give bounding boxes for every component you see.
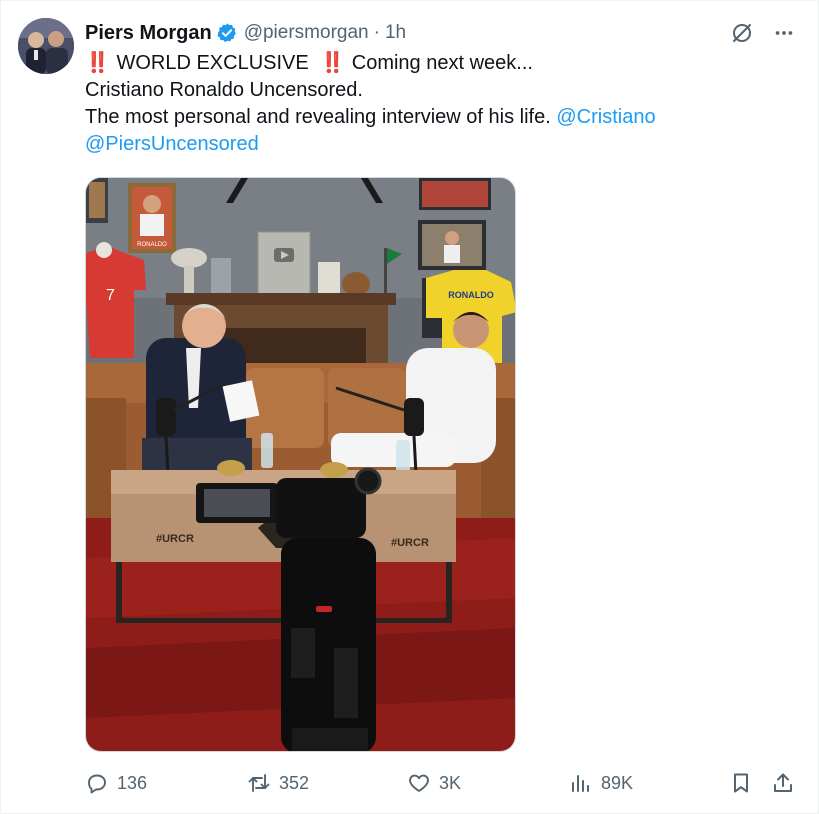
tweet-action-bar: 136 352 3K 89K xyxy=(85,768,797,798)
like-button[interactable]: 3K xyxy=(407,768,461,798)
author-name[interactable]: Piers Morgan xyxy=(85,22,212,45)
yellow-jersey-name: RONALDO xyxy=(448,290,494,300)
tweet-line-2: Cristiano Ronaldo Uncensored. xyxy=(85,79,363,101)
views-icon xyxy=(572,775,589,792)
tweet-top-actions xyxy=(729,20,797,46)
views-count: 89K xyxy=(601,772,634,793)
tweet-media-photo[interactable]: RONALDO 7 RONALDO #URCR #URCR xyxy=(85,177,516,752)
tweet-text: ‼️ WORLD EXCLUSIVE ‼️ Coming next week..… xyxy=(85,50,785,158)
poster-label: RONALDO xyxy=(137,242,167,248)
video-camera xyxy=(276,478,366,538)
author-avatar[interactable] xyxy=(18,18,74,74)
repost-button[interactable]: 352 xyxy=(247,768,309,798)
tweet-line-4: @PiersUncensored xyxy=(85,131,785,158)
tweet-line-3-text: The most personal and revealing intervie… xyxy=(85,106,551,128)
share-button[interactable] xyxy=(771,768,795,798)
mention-piersuncensored[interactable]: @PiersUncensored xyxy=(85,133,259,155)
tweet-time[interactable]: 1h xyxy=(385,22,406,44)
table-logo-right: #URCR xyxy=(391,537,429,549)
bookmark-button[interactable] xyxy=(729,768,753,798)
like-count: 3K xyxy=(439,772,462,793)
table-logo-left: #URCR xyxy=(156,533,194,545)
fireplace-mantel xyxy=(166,293,396,305)
double-exclamation-emoji: ‼️ xyxy=(320,52,345,74)
reply-icon xyxy=(88,774,106,794)
repost-icon xyxy=(248,774,270,792)
grok-icon[interactable] xyxy=(729,20,755,46)
reply-button[interactable]: 136 xyxy=(85,768,147,798)
share-icon xyxy=(774,773,792,792)
views-button[interactable]: 89K xyxy=(569,768,633,798)
heart-icon xyxy=(409,774,429,792)
author-handle[interactable]: @piersmorgan xyxy=(244,22,369,44)
bookmark-icon xyxy=(734,773,748,793)
play-button-plaque xyxy=(257,231,311,297)
more-icon[interactable] xyxy=(771,20,797,46)
tweet-teaser: Coming next week... xyxy=(351,52,533,74)
tweet-headline: WORLD EXCLUSIVE xyxy=(116,52,309,74)
mention-cristiano[interactable]: @Cristiano xyxy=(556,106,655,128)
repost-count: 352 xyxy=(279,772,310,793)
tweet-line-1: ‼️ WORLD EXCLUSIVE ‼️ Coming next week..… xyxy=(85,50,785,77)
microphone-left xyxy=(156,398,176,436)
reply-count: 136 xyxy=(117,772,148,793)
microphone-right xyxy=(404,398,424,436)
red-jersey-number: 7 xyxy=(106,287,115,304)
header-separator: · xyxy=(373,22,380,43)
double-exclamation-emoji: ‼️ xyxy=(85,52,110,74)
verified-badge-icon[interactable] xyxy=(216,22,238,44)
tweet-header: Piers Morgan @piersmorgan · 1h xyxy=(85,20,406,46)
tweet-line-3: The most personal and revealing intervie… xyxy=(85,104,785,131)
